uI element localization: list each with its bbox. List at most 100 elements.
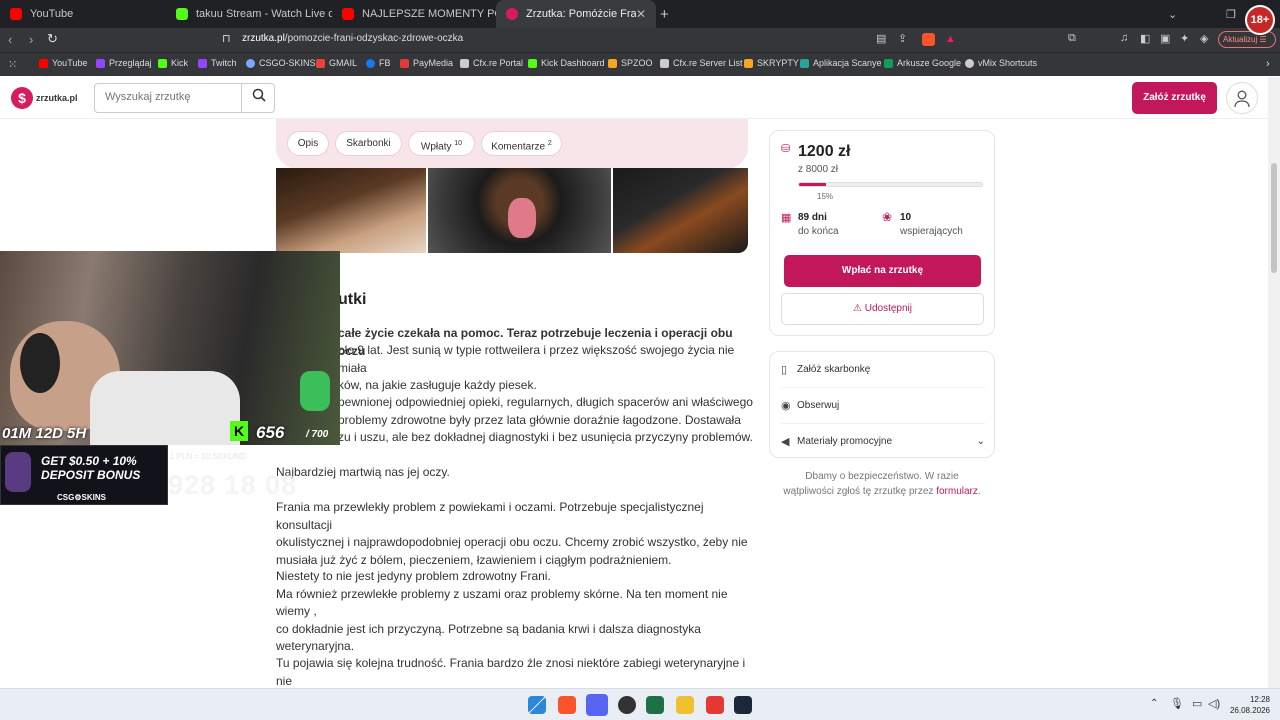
bookmark-item[interactable]: Twitch bbox=[198, 58, 237, 68]
user-account-icon[interactable] bbox=[1226, 82, 1258, 114]
microphone-icon[interactable]: 🎙 bbox=[1170, 697, 1184, 710]
vpn-icon[interactable]: ◈ bbox=[1200, 32, 1208, 45]
share-button[interactable]: ⚠ Udostępnij bbox=[781, 293, 984, 325]
reader-icon[interactable]: ▤ bbox=[876, 32, 886, 45]
tab-label: Skarbonki bbox=[346, 138, 391, 149]
dog-photo-3[interactable] bbox=[613, 168, 748, 253]
bookmark-label: Kick Dashboard bbox=[541, 58, 605, 68]
bookmark-icon[interactable]: ⊓ bbox=[222, 32, 231, 45]
tab-zrzutka[interactable]: Zrzutka: Pomóżcie Frani odzysk ✕ bbox=[496, 0, 656, 28]
leo-icon[interactable]: ✦ bbox=[1180, 32, 1189, 45]
steam-icon[interactable] bbox=[734, 696, 752, 714]
bookmark-item[interactable]: Cfx.re Server List bbox=[660, 58, 743, 68]
discord-icon[interactable] bbox=[586, 694, 608, 716]
search-input[interactable] bbox=[105, 91, 235, 103]
bookmark-item[interactable]: SKRYPTY bbox=[744, 58, 799, 68]
progress-fill bbox=[799, 183, 827, 186]
bookmark-item[interactable]: Cfx.re Portal bbox=[460, 58, 523, 68]
action-label: Załóż skarbonkę bbox=[797, 364, 871, 375]
tab-youtube-moments[interactable]: NAJLEPSZE MOMENTY POLSKIEGO T bbox=[332, 0, 496, 28]
update-button[interactable]: Aktualizuj ☰ bbox=[1218, 31, 1276, 48]
article-paragraph: Niestety to nie jest jedyny problem zdro… bbox=[276, 569, 728, 653]
tab-piggybanks[interactable]: Skarbonki bbox=[335, 131, 402, 156]
restore-icon[interactable]: ❐ bbox=[1226, 0, 1242, 28]
speaker-icon[interactable]: ◁) bbox=[1208, 697, 1220, 710]
report-form-link[interactable]: formularz bbox=[936, 486, 978, 497]
safety-note: Dbamy o bezpieczeństwo. W razie wątpliwo… bbox=[780, 469, 984, 499]
bookmark-label: YouTube bbox=[52, 58, 88, 68]
promo-materials-item[interactable]: ◀ Materiały promocyjne ⌄ bbox=[781, 424, 985, 459]
back-icon[interactable]: ‹ bbox=[8, 32, 12, 47]
search-button[interactable] bbox=[241, 84, 275, 112]
headphones-shape bbox=[20, 333, 60, 393]
bookmark-item[interactable]: PayMedia bbox=[400, 58, 453, 68]
bookmark-item[interactable]: Kick bbox=[158, 58, 188, 68]
tab-kick-stream[interactable]: takuu Stream - Watch Live on Kick bbox=[166, 0, 332, 28]
rewards-icon[interactable]: ▲ bbox=[945, 33, 956, 45]
close-icon[interactable]: ✕ bbox=[636, 7, 646, 21]
tab-title: YouTube bbox=[30, 8, 74, 20]
zrzutka-logo-icon: $ bbox=[11, 87, 33, 109]
start-icon[interactable] bbox=[528, 696, 546, 714]
bookmark-item[interactable]: YouTube bbox=[39, 58, 87, 68]
bookmark-item[interactable]: CSGO-SKINS bbox=[246, 58, 316, 68]
search-icon bbox=[252, 88, 266, 102]
chevron-down-icon[interactable]: ⌄ bbox=[1168, 0, 1188, 28]
display-icon[interactable]: ▭ bbox=[1192, 697, 1202, 710]
donation-number-overlay: 928 18 08 bbox=[168, 470, 298, 500]
bookmark-item[interactable]: vMix Shortcuts bbox=[965, 58, 1037, 68]
tab-count: 2 bbox=[547, 140, 552, 147]
tab-label: Komentarze bbox=[491, 141, 546, 153]
bookmark-item[interactable]: FB bbox=[366, 58, 391, 68]
kick-sub-goal: / 700 bbox=[306, 429, 329, 440]
sponsor-banner[interactable]: GET $0.50 + 10% DEPOSIT BONUS CSG⚙SKINS bbox=[0, 445, 168, 505]
system-clock[interactable]: 12:28 26.08.2026 bbox=[1226, 694, 1270, 716]
new-tab-button[interactable]: + bbox=[660, 0, 680, 28]
cfx-icon bbox=[660, 58, 669, 68]
tab-payments[interactable]: Wpłaty 10 bbox=[408, 131, 475, 156]
brave-shield-icon[interactable] bbox=[922, 33, 935, 46]
scrollbar-thumb[interactable] bbox=[1271, 163, 1277, 273]
reload-icon[interactable]: ↻ bbox=[47, 31, 58, 47]
donate-button[interactable]: Wpłać na zrzutkę bbox=[784, 255, 981, 287]
page-scrollbar[interactable] bbox=[1268, 77, 1280, 688]
share-icon[interactable]: ⇪ bbox=[898, 32, 907, 45]
scanye-icon bbox=[800, 58, 809, 68]
create-piggybank-item[interactable]: ▯ Załóż skarbonkę bbox=[781, 352, 985, 387]
excel-icon[interactable] bbox=[646, 696, 664, 714]
tab-description[interactable]: Opis bbox=[287, 131, 329, 156]
wallet-icon[interactable]: ▣ bbox=[1160, 32, 1170, 45]
shield-icon[interactable] bbox=[706, 696, 724, 714]
bookmark-item[interactable]: Przeglądaj bbox=[96, 58, 152, 68]
sidebar-icon[interactable]: ◧ bbox=[1140, 32, 1150, 45]
site-logo[interactable]: $ zrzutka.pl bbox=[11, 87, 78, 109]
follow-item[interactable]: ◉ Obserwuj bbox=[781, 388, 985, 423]
forward-icon[interactable]: › bbox=[29, 32, 33, 47]
brave-icon[interactable] bbox=[558, 696, 576, 714]
dog-photo-2[interactable] bbox=[428, 168, 611, 253]
tab-comments[interactable]: Komentarze 2 bbox=[481, 131, 562, 156]
supporters-label: wspierających bbox=[900, 226, 963, 237]
sheets-icon bbox=[884, 58, 893, 68]
goal-amount: z 8000 zł bbox=[798, 164, 839, 175]
obs-icon[interactable] bbox=[618, 696, 636, 714]
bookmark-item[interactable]: Aplikacja Scanye bbox=[800, 58, 882, 68]
music-icon[interactable]: ♫ bbox=[1120, 32, 1128, 44]
bookmark-item[interactable]: Arkusze Google bbox=[884, 58, 961, 68]
app-icon[interactable] bbox=[676, 696, 694, 714]
action-label: Materiały promocyjne bbox=[797, 436, 893, 447]
bookmark-item[interactable]: Kick Dashboard bbox=[528, 58, 605, 68]
tab-youtube[interactable]: YouTube bbox=[0, 0, 166, 28]
extensions-icon[interactable]: ⧉ bbox=[1068, 32, 1076, 45]
apps-grid-icon[interactable]: ⁙ bbox=[8, 58, 17, 71]
logo-text: zrzutka.pl bbox=[36, 93, 78, 103]
more-bookmarks-icon[interactable]: › bbox=[1266, 58, 1270, 70]
address-bar[interactable]: zrzutka.pl/pomozcie-frani-odzyskac-zdrow… bbox=[242, 33, 463, 44]
bookmark-item[interactable]: GMAIL bbox=[316, 58, 357, 68]
clock-date: 26.08.2026 bbox=[1229, 706, 1270, 715]
chevron-up-icon[interactable]: ⌃ bbox=[1150, 698, 1158, 709]
megaphone-icon: ◀ bbox=[781, 436, 790, 448]
dog-photo-1[interactable] bbox=[276, 168, 426, 253]
create-fundraiser-button[interactable]: Załóż zrzutkę bbox=[1132, 82, 1217, 114]
bookmark-item[interactable]: SPZOO bbox=[608, 58, 653, 68]
